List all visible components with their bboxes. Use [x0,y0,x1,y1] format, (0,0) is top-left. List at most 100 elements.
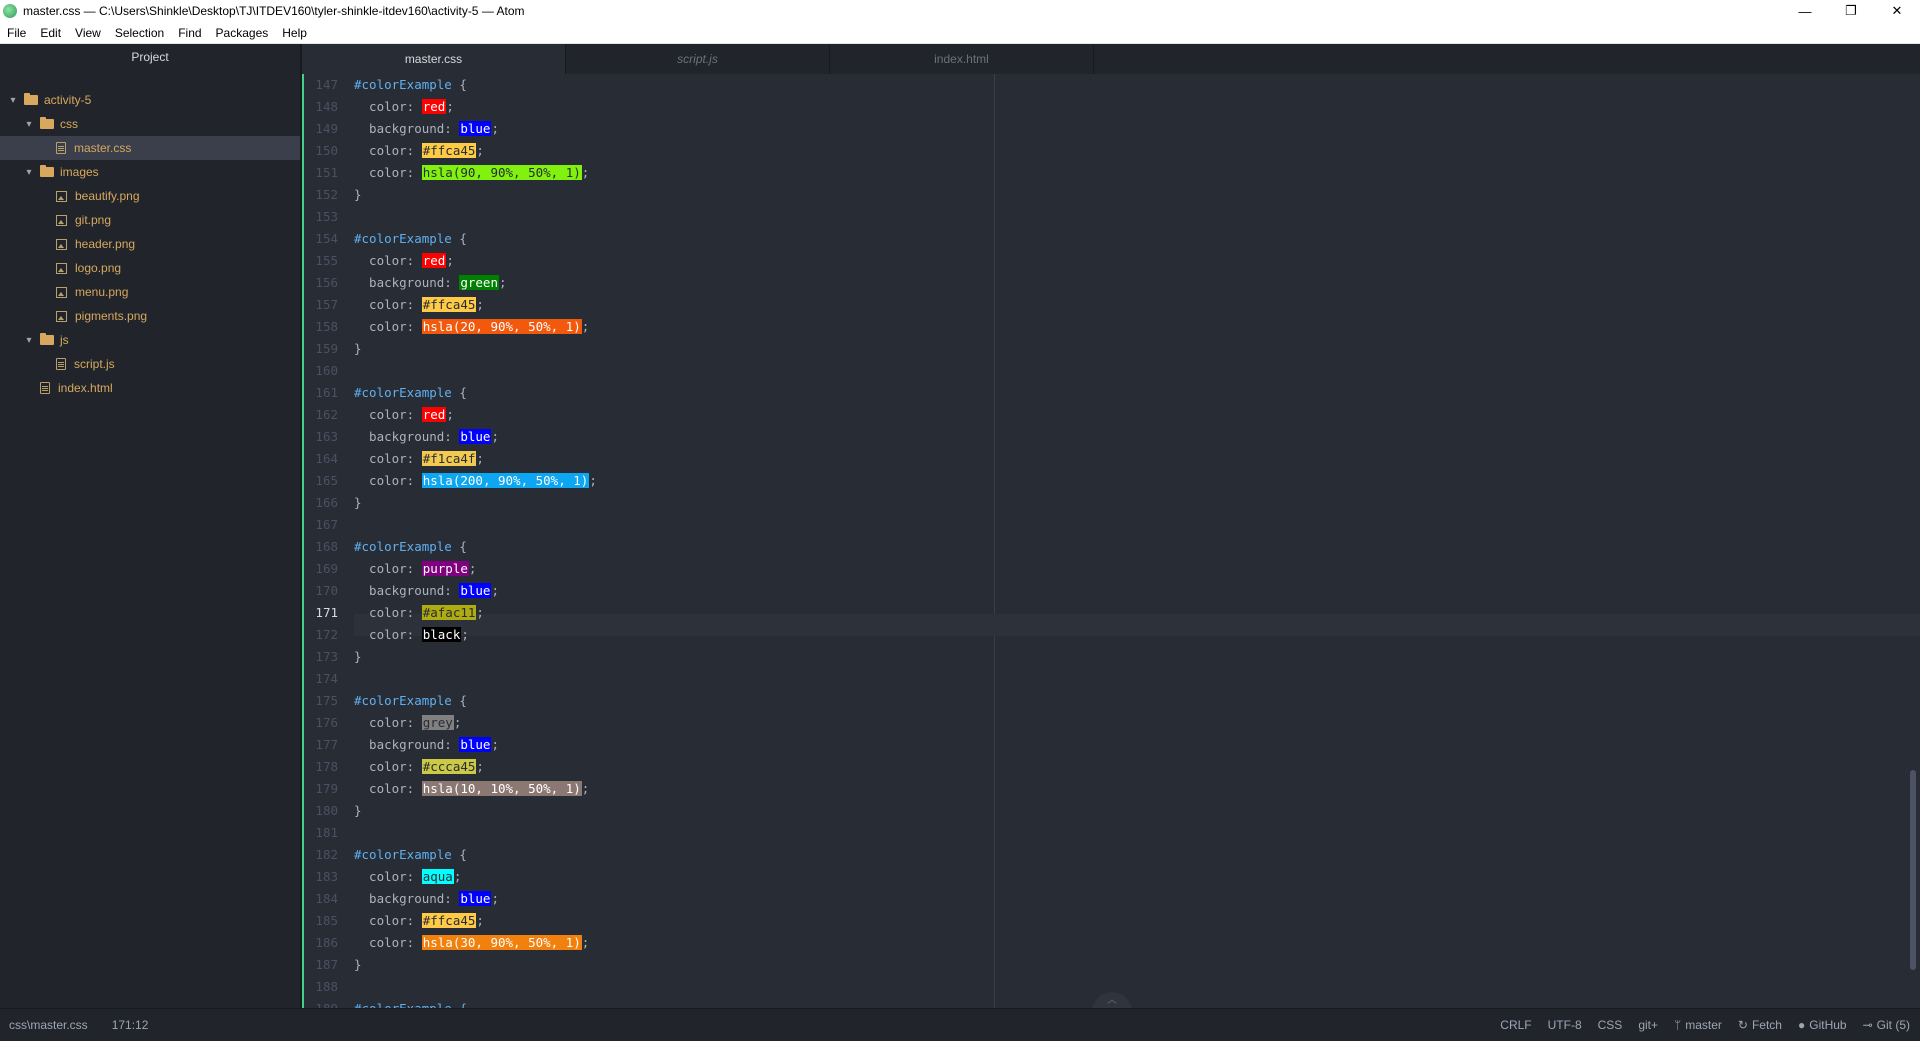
tree-folder-js[interactable]: ▾ js [0,328,300,352]
color-swatch-blue: blue [459,583,492,598]
code-line: background: blue; [354,121,499,136]
status-git-plus[interactable]: git+ [1638,1018,1658,1032]
tab-master-css[interactable]: master.css [302,44,566,74]
tab-index-html[interactable]: index.html [830,44,1094,74]
line-number: 174 [315,671,338,686]
tree-label: beautify.png [75,189,140,203]
code-line: #colorExample { [354,77,467,92]
file-text-icon [56,142,66,154]
color-swatch-red: red [421,99,447,114]
tree-file-header-png[interactable]: header.png [0,232,300,256]
line-number: 152 [315,187,338,202]
tree-file-index-html[interactable]: index.html [0,376,300,400]
chevron-up-icon[interactable]: ︿ [1092,992,1132,1008]
tree-file-beautify-png[interactable]: beautify.png [0,184,300,208]
line-number: 170 [315,583,338,598]
tree-file-menu-png[interactable]: menu.png [0,280,300,304]
tree-file-pigments-png[interactable]: pigments.png [0,304,300,328]
line-number: 164 [315,451,338,466]
tree-folder-activity-5[interactable]: ▾ activity-5 [0,88,300,112]
status-github[interactable]: ● GitHub [1798,1018,1847,1032]
code-line: #colorExample { [354,231,467,246]
tree-file-script-js[interactable]: script.js [0,352,300,376]
code-line: color: hsla(90, 90%, 50%, 1); [354,165,590,180]
color-swatch-ccca45: #ccca45 [421,759,477,774]
folder-icon [24,93,38,105]
code-line: color: red; [354,99,454,114]
color-swatch-hsla-200: hsla(200, 90%, 50%, 1) [421,473,590,488]
status-grammar[interactable]: CSS [1598,1018,1623,1032]
code-line: color: red; [354,253,454,268]
menu-bar: File Edit View Selection Find Packages H… [0,22,1920,44]
menu-packages[interactable]: Packages [209,26,276,40]
css-selector: #colorExample [354,693,452,708]
line-number: 173 [315,649,338,664]
code-line: #colorExample { [354,539,467,554]
line-number: 157 [315,297,338,312]
color-swatch-ffca45: #ffca45 [421,143,477,158]
color-swatch-red: red [421,407,447,422]
chevron-down-icon: ▾ [26,334,32,346]
line-number: 166 [315,495,338,510]
menu-help[interactable]: Help [275,26,314,40]
line-number: 180 [315,803,338,818]
sync-icon: ↻ [1737,1018,1748,1032]
line-number: 168 [315,539,338,554]
title-bar: master.css — C:\Users\Shinkle\Desktop\TJ… [0,0,1920,22]
status-line-ending[interactable]: CRLF [1500,1018,1531,1032]
restore-button[interactable]: ❐ [1828,0,1874,22]
status-cursor-position[interactable]: 171:12 [112,1018,149,1032]
status-git[interactable]: ⊸ Git (5) [1863,1018,1910,1032]
tree-label: activity-5 [44,93,92,107]
status-file-path[interactable]: css\master.css [9,1018,88,1032]
tree-file-git-png[interactable]: git.png [0,208,300,232]
css-selector: #colorExample [354,77,452,92]
status-fetch[interactable]: ↻ Fetch [1738,1018,1782,1032]
line-number: 169 [315,561,338,576]
line-number-current: 171 [315,605,338,620]
image-file-icon [56,262,67,274]
css-selector: #colorExample [354,847,452,862]
code-line: background: blue; [354,429,499,444]
code-line: color: #ccca45; [354,759,484,774]
tab-script-js[interactable]: script.js [566,44,830,74]
tree-label: js [60,333,69,347]
line-number: 185 [315,913,338,928]
code-line: } [354,341,362,356]
color-swatch-black: black [421,627,462,642]
tree-file-logo-png[interactable]: logo.png [0,256,300,280]
minimize-button[interactable]: — [1782,0,1828,22]
status-encoding[interactable]: UTF-8 [1548,1018,1582,1032]
line-number: 184 [315,891,338,906]
file-text-icon [40,382,50,394]
menu-find[interactable]: Find [171,26,208,40]
menu-selection[interactable]: Selection [108,26,171,40]
code-line: color: #ffca45; [354,913,484,928]
status-branch[interactable]: ᛘ master [1674,1018,1722,1032]
code-line: color: hsla(200, 90%, 50%, 1); [354,473,597,488]
tree-label: css [60,117,78,131]
color-swatch-blue: blue [459,891,492,906]
menu-view[interactable]: View [68,26,108,40]
line-number: 175 [315,693,338,708]
line-number: 161 [315,385,338,400]
color-swatch-blue: blue [459,429,492,444]
tree-label: pigments.png [75,309,148,323]
text-editor[interactable]: 147 148 149 150 151 152 153 154 155 156 … [302,74,1920,1008]
menu-file[interactable]: File [0,26,33,40]
color-swatch-ffca45: #ffca45 [421,913,477,928]
code-line: #colorExample { [354,385,467,400]
close-button[interactable]: ✕ [1874,0,1920,22]
color-swatch-hsla-30: hsla(30, 90%, 50%, 1) [421,935,582,950]
tree-label: script.js [74,357,115,371]
color-swatch-ffca45: #ffca45 [421,297,477,312]
line-number: 159 [315,341,338,356]
tree-file-master-css[interactable]: master.css [0,136,300,160]
tree-label: master.css [74,141,132,155]
menu-edit[interactable]: Edit [33,26,68,40]
line-number: 156 [315,275,338,290]
code-line-partial: #colorExample { [354,998,467,1008]
tree-folder-images[interactable]: ▾ images [0,160,300,184]
editor-scrollbar[interactable] [1910,770,1916,970]
tree-folder-css[interactable]: ▾ css [0,112,300,136]
